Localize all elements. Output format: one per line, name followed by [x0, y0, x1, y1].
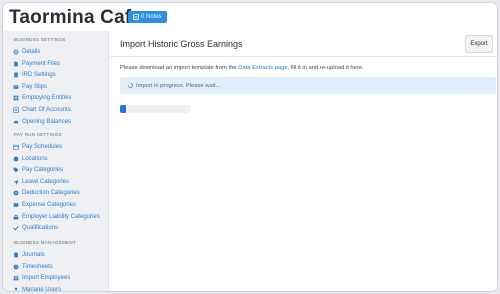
- sidebar-item-label: Qualifications: [22, 225, 59, 232]
- notes-label: 0 Notes: [141, 14, 162, 20]
- gauge-icon: [13, 120, 19, 123]
- data-extracts-link[interactable]: Data Extracts page: [238, 65, 287, 71]
- sidebar-item-employing-entities[interactable]: Employing Entities: [13, 95, 71, 101]
- sidebar-item-locations[interactable]: Locations: [13, 156, 48, 162]
- sidebar-item-chart-of-accounts[interactable]: Chart Of Accounts: [13, 107, 71, 113]
- sidebar: BUSINESS SETTINGS Details Payment Files IRD…: [3, 31, 109, 292]
- progress-fill: [120, 105, 126, 113]
- page-title: Import Historic Gross Earnings: [120, 39, 243, 49]
- clock-icon: [13, 264, 19, 269]
- app-window: Taormina Cafe 0 Notes BUSINESS SETTINGS D…: [2, 2, 498, 292]
- grid-icon: [13, 95, 19, 101]
- sidebar-item-opening-balances[interactable]: Opening Balances: [13, 119, 71, 125]
- sidebar-item-label: Details: [22, 49, 41, 55]
- divider: [110, 56, 497, 57]
- instructions: Please download an import template from …: [120, 65, 364, 71]
- sidebar-item-label: Employer Liability Categories: [22, 213, 100, 220]
- business-name: Taormina Cafe: [9, 7, 143, 28]
- main-panel: Import Historic Gross Earnings Export Pl…: [110, 31, 497, 291]
- file-icon: [14, 61, 18, 66]
- plane-icon: [13, 179, 19, 185]
- sidebar-item-label: Leave Categories: [22, 178, 70, 185]
- bank-icon: [13, 214, 19, 219]
- sidebar-item-label: Manage Users: [22, 286, 62, 292]
- book-icon: [14, 252, 18, 258]
- tags-icon: [13, 167, 19, 173]
- sidebar-item-label: Deduction Categories: [22, 190, 80, 197]
- sidebar-section-title: PAY RUN SETTINGS: [14, 132, 62, 137]
- calendar-icon: [13, 144, 19, 150]
- envelope-icon: [13, 84, 19, 89]
- user-icon: [14, 287, 18, 291]
- status-alert: Import in progress. Please wait...: [120, 77, 496, 94]
- sidebar-item-pay-categories[interactable]: Pay Categories: [13, 167, 63, 173]
- sidebar-item-label: Timesheets: [22, 263, 53, 270]
- sidebar-section-title: BUSINESS SETTINGS: [14, 37, 66, 42]
- sidebar-item-manage-users[interactable]: Manage Users: [13, 286, 62, 292]
- check-icon: [13, 226, 19, 231]
- globe-icon: [13, 156, 19, 161]
- sidebar-item-label: Employing Entities: [22, 95, 72, 102]
- sidebar-item-label: Locations: [22, 155, 48, 162]
- gear-icon: [13, 49, 19, 55]
- sidebar-item-deduction-categories[interactable]: Deduction Categories: [13, 190, 80, 196]
- spinner-icon: [128, 83, 133, 88]
- sidebar-item-timesheets[interactable]: Timesheets: [13, 264, 53, 270]
- users-icon: [13, 276, 19, 281]
- sidebar-item-leave-categories[interactable]: Leave Categories: [13, 179, 69, 185]
- sidebar-item-label: Expense Categories: [22, 202, 77, 208]
- sidebar-item-label: Pay Categories: [22, 167, 64, 174]
- import-progress-bar: [120, 105, 190, 113]
- list-icon: [13, 107, 19, 113]
- instruction-text-end: , fill it in and re-upload it here.: [287, 65, 364, 71]
- sidebar-item-ird-settings[interactable]: IRD Settings: [13, 72, 56, 78]
- sidebar-item-label: Journals: [22, 252, 45, 258]
- notes-button[interactable]: 0 Notes: [128, 11, 167, 23]
- instruction-text: Please download an import template from …: [120, 65, 239, 71]
- sidebar-section-title: BUSINESS MANAGEMENT: [14, 240, 76, 245]
- building-icon: [14, 72, 18, 78]
- header: Taormina Cafe 0 Notes: [3, 3, 497, 31]
- sidebar-item-label: Import Employees: [22, 275, 71, 282]
- sidebar-item-pay-slips[interactable]: Pay Slips: [13, 84, 47, 90]
- sidebar-item-qualifications[interactable]: Qualifications: [13, 225, 58, 231]
- minus-circle-icon: [13, 190, 19, 196]
- sidebar-item-label: Chart Of Accounts: [22, 107, 71, 113]
- sidebar-item-details[interactable]: Details: [13, 49, 40, 55]
- sidebar-item-expense-categories[interactable]: Expense Categories: [13, 202, 76, 208]
- sidebar-item-employer-liability-categories[interactable]: Employer Liability Categories: [13, 214, 100, 220]
- alert-text: Import in progress. Please wait...: [136, 82, 221, 89]
- wallet-icon: [13, 203, 19, 207]
- sidebar-item-label: Pay Schedules: [22, 144, 63, 150]
- sidebar-item-label: Pay Slips: [22, 83, 48, 90]
- sidebar-item-label: Opening Balances: [22, 118, 72, 125]
- note-icon: [133, 14, 139, 20]
- sidebar-item-pay-schedules[interactable]: Pay Schedules: [13, 144, 62, 150]
- sidebar-item-import-employees[interactable]: Import Employees: [13, 275, 70, 281]
- sidebar-item-label: IRD Settings: [22, 72, 56, 79]
- sidebar-item-journals[interactable]: Journals: [13, 252, 45, 258]
- export-button[interactable]: Export: [465, 35, 493, 53]
- sidebar-item-payment-files[interactable]: Payment Files: [13, 61, 60, 67]
- sidebar-item-label: Payment Files: [22, 60, 61, 67]
